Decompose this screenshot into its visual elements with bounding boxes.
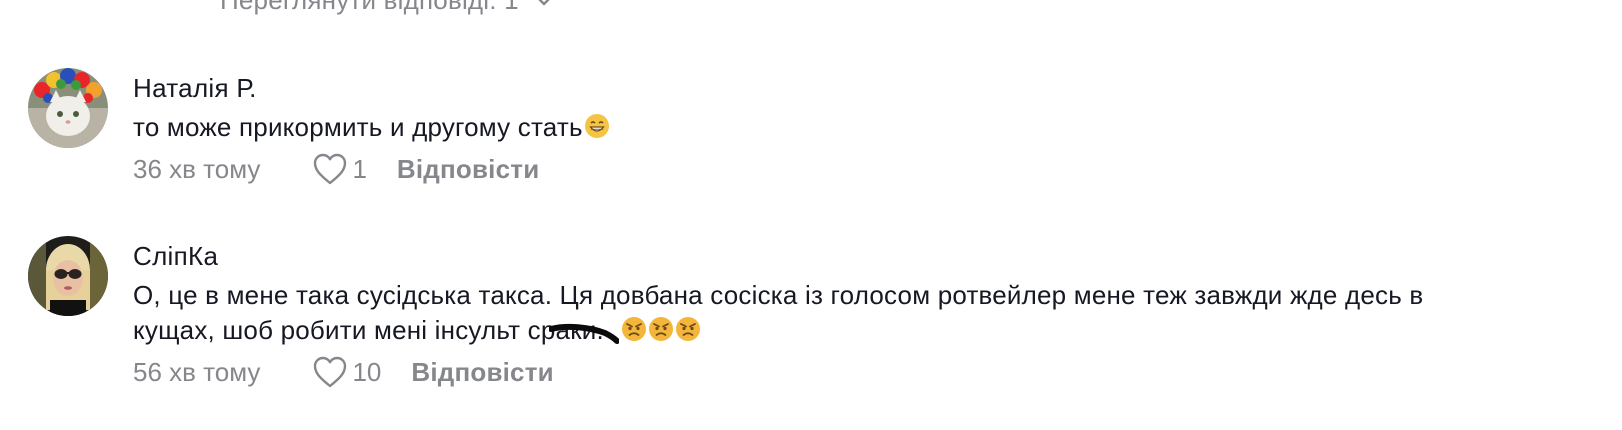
comment-timestamp: 36 хв тому — [133, 153, 261, 184]
reply-button[interactable]: Відповісти — [411, 357, 553, 388]
heart-icon[interactable] — [312, 355, 348, 389]
chevron-down-icon[interactable] — [533, 0, 555, 11]
angry-face-icon — [648, 316, 674, 342]
like-button[interactable]: 10 — [312, 355, 381, 389]
view-replies-label[interactable]: Переглянути відповіді: 1 — [220, 0, 519, 16]
comment-text-segment: кущах, шоб робити мені інсульт с — [133, 315, 541, 345]
reply-button[interactable]: Відповісти — [397, 154, 539, 185]
view-replies-row[interactable]: Переглянути відповіді: 1 — [133, 0, 555, 16]
comment-timestamp: 56 хв тому — [133, 356, 261, 387]
comment-text: О, це в мене така сусідська такса. Ця до… — [133, 278, 1562, 348]
angry-face-icon — [675, 316, 701, 342]
comment-meta: 56 хв тому 10 Відповісти — [133, 352, 1562, 392]
comment-text: то може прикормить и другому стать — [133, 110, 1562, 145]
comment-text-line: кущах, шоб робити мені інсульт сраки. — [133, 313, 1562, 348]
like-count: 1 — [352, 153, 367, 184]
angry-face-icon — [621, 316, 647, 342]
avatar[interactable] — [28, 236, 108, 316]
comment-author[interactable]: СліпКа — [133, 240, 1562, 272]
comment-text-line: О, це в мене така сусідська такса. Ця до… — [133, 280, 1424, 310]
comment-text-content: то може прикормить и другому стать — [133, 112, 583, 142]
avatar[interactable] — [28, 68, 108, 148]
comment-author[interactable]: Наталія Р. — [133, 72, 1562, 104]
like-button[interactable]: 1 — [312, 152, 367, 186]
grinning-face-icon — [584, 113, 610, 139]
comment-meta: 36 хв тому 1 Відповісти — [133, 149, 1562, 189]
comment-text-segment: . — [596, 315, 604, 345]
like-count: 10 — [352, 356, 382, 387]
comments-panel: Переглянути відповіді: 1 — [0, 0, 1622, 430]
scribbled-text: раки — [540, 315, 597, 345]
scribbled-word: раки — [540, 313, 619, 348]
heart-icon[interactable] — [312, 152, 348, 186]
